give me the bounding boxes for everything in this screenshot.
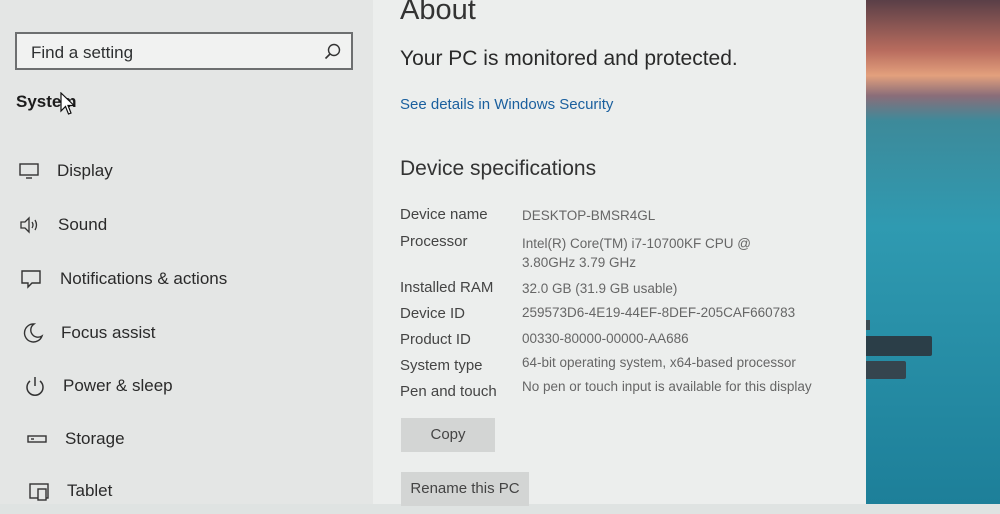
spec-label: Processor [400,233,468,250]
sidebar-item-notifications[interactable]: Notifications & actions [0,258,373,302]
sidebar-item-focus-assist[interactable]: Focus assist [0,312,373,356]
settings-window: System Display Sound Notifications & act… [0,0,866,506]
search-icon[interactable] [323,42,343,62]
copy-button[interactable]: Copy [401,418,495,452]
sidebar-item-sound[interactable]: Sound [0,204,373,248]
spec-label: Pen and touch [400,383,497,400]
display-icon [18,160,40,182]
sidebar-item-power-sleep[interactable]: Power & sleep [0,365,373,409]
spec-label: Product ID [400,331,471,348]
sidebar-item-label: Focus assist [61,323,156,342]
spec-value: 32.0 GB (31.9 GB usable) [522,281,678,296]
sidebar-item-label: Notifications & actions [60,269,228,288]
power-icon [24,375,46,397]
sidebar-item-label: Sound [58,215,108,234]
protection-status: Your PC is monitored and protected. [400,47,738,70]
sidebar-item-label: Storage [65,429,125,448]
rename-pc-button[interactable]: Rename this PC [401,472,529,506]
spec-label: Installed RAM [400,279,494,296]
spec-label: Device name [400,206,488,223]
sidebar-item-storage[interactable]: Storage [0,418,373,462]
search-box[interactable] [15,32,353,70]
search-input[interactable] [29,40,323,66]
sidebar-item-label: Display [57,161,113,180]
moon-icon [22,322,44,344]
spec-value: 64-bit operating system, x64-based proce… [522,355,796,370]
desktop-wallpaper [854,0,1000,504]
sidebar: System Display Sound Notifications & act… [0,0,373,504]
storage-icon [26,428,48,450]
sidebar-item-label: Tablet [67,481,113,500]
sidebar-item-display[interactable]: Display [0,150,373,194]
about-page: About Your PC is monitored and protected… [373,0,866,506]
sound-icon [19,214,41,236]
spec-value: DESKTOP-BMSR4GL [522,208,656,223]
notifications-icon [20,268,42,290]
device-specs-heading: Device specifications [400,157,597,180]
spec-label: System type [400,357,483,374]
sidebar-item-label: Power & sleep [63,376,173,395]
spec-value: No pen or touch input is available for t… [522,379,812,394]
wallpaper-detail [862,336,932,356]
page-title: About [400,0,476,26]
spec-label: Device ID [400,305,466,322]
spec-value: 259573D6-4E19-44EF-8DEF-205CAF660783 [522,305,796,320]
spec-value: Intel(R) Core(TM) i7-10700KF CPU @ 3.80G… [522,236,752,270]
spec-value: 00330-80000-00000-AA686 [522,331,689,346]
tablet-icon [28,480,50,502]
sidebar-item-tablet[interactable]: Tablet [0,470,373,514]
windows-security-link[interactable]: See details in Windows Security [400,96,613,113]
mouse-cursor-icon [60,92,76,115]
